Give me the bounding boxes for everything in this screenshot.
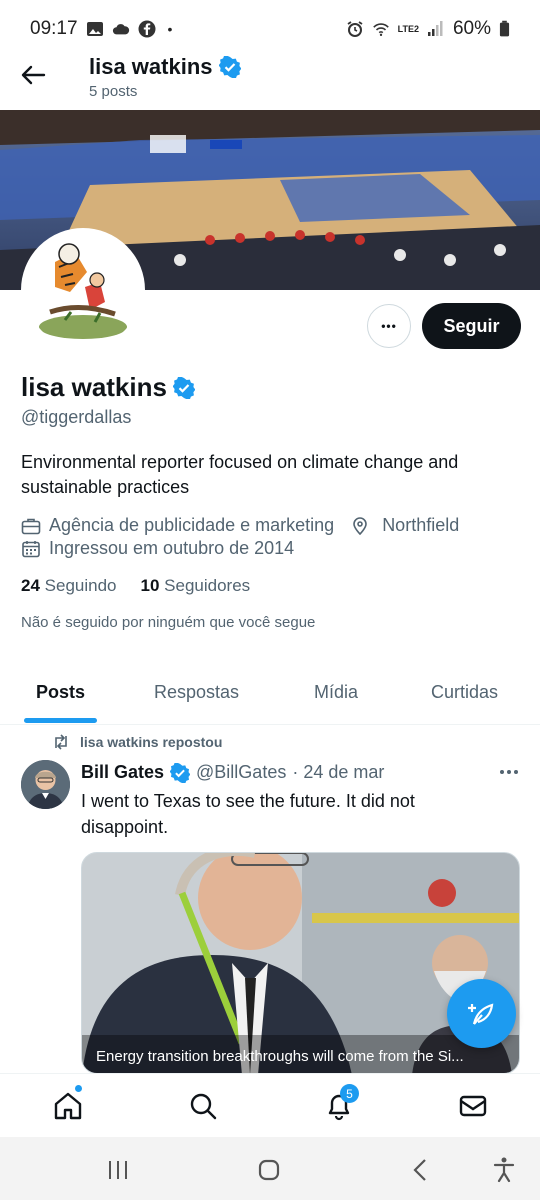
signal-icon [427,21,443,36]
home-notification-dot [74,1084,83,1093]
home-icon[interactable] [52,1090,84,1122]
verified-badge-icon [218,56,241,78]
battery-level: 60% [452,18,491,39]
verified-badge-icon [172,376,195,399]
avatar-image [25,232,141,348]
compose-post-button[interactable] [447,979,516,1048]
post-author-handle[interactable]: @BillGates [196,762,286,783]
battery-icon [499,20,510,37]
bottom-navigation: 5 [0,1073,540,1137]
home-button-icon[interactable] [254,1155,284,1185]
post-media[interactable]: Energy transition breakthroughs will com… [81,852,520,1074]
profile-bio: Environmental reporter focused on climat… [21,452,459,497]
facebook-icon [138,20,156,38]
profile-name: lisa watkins [21,372,195,403]
following-label: Seguindo [44,576,117,595]
wifi-icon [372,23,389,37]
tab-replies[interactable]: Respostas [154,682,239,703]
header-name: lisa watkins [89,54,213,79]
post-more-icon[interactable] [498,762,520,782]
recent-apps-icon[interactable] [103,1155,133,1185]
profile-avatar[interactable] [21,228,145,352]
profile-location: Northfield [382,515,460,535]
verified-badge-icon [170,762,191,783]
repost-icon [55,734,67,750]
profile-header: lisa watkins 5 posts [0,46,540,108]
post-count: 5 posts [89,83,138,100]
repost-label[interactable]: lisa watkins repostou [80,734,222,750]
more-options-label: ••• [381,319,397,333]
network-label: LTE2 [397,23,419,34]
system-navigation-bar [0,1137,540,1200]
calendar-icon [22,540,40,557]
header-title: lisa watkins [89,54,241,80]
post-header: Bill Gates @BillGates · 24 de mar [81,762,384,783]
cloud-icon [112,24,129,35]
profile-tabs: Posts Respostas Mídia Curtidas [0,660,540,725]
notifications-badge: 5 [340,1084,359,1103]
following-link[interactable]: 24 Seguindo [21,576,117,596]
status-time: 09:17 [30,18,78,39]
media-caption: Energy transition breakthroughs will com… [96,1048,464,1065]
profile-joined-row: Ingressou em outubro de 2014 [21,538,294,559]
followers-count: 10 [140,576,160,595]
post-media-image [82,853,519,1073]
post-author-avatar[interactable] [21,760,70,809]
post-date: · 24 de mar [292,762,385,782]
followers-label: Seguidores [164,576,251,595]
follow-button[interactable]: Seguir [422,303,521,349]
post-text: I went to Texas to see the future. It di… [81,791,415,837]
tab-posts[interactable]: Posts [36,682,85,703]
tab-likes[interactable]: Curtidas [431,682,498,703]
alarm-icon [347,21,363,37]
profile-meta-row: Agência de publicidade e marketing North… [21,515,459,536]
followers-link[interactable]: 10 Seguidores [141,576,251,596]
following-count: 24 [21,576,40,595]
back-arrow-icon[interactable] [18,60,48,90]
location-pin-icon [353,516,367,535]
gallery-icon [86,22,103,36]
status-dot: • [167,21,173,37]
messages-envelope-icon[interactable] [457,1090,489,1122]
more-options-button[interactable]: ••• [367,304,411,348]
profile-category: Agência de publicidade e marketing [49,515,335,535]
tab-media[interactable]: Mídia [314,682,358,703]
compose-feather-icon [467,1002,493,1025]
follow-stats: 24 Seguindo 10 Seguidores [21,576,250,596]
active-tab-indicator [24,718,97,723]
search-icon[interactable] [187,1090,219,1122]
accessibility-icon[interactable] [489,1155,519,1185]
profile-display-name: lisa watkins [21,372,167,402]
post-author-name[interactable]: Bill Gates [81,762,164,783]
follow-button-label: Seguir [443,315,500,336]
profile-handle: @tiggerdallas [21,407,132,427]
back-button-icon[interactable] [405,1155,435,1185]
repost-context: lisa watkins repostou [52,734,222,750]
followed-by-note: Não é seguido por ninguém que você segue [21,614,316,631]
profile-joined: Ingressou em outubro de 2014 [49,538,295,558]
briefcase-icon [21,518,41,534]
